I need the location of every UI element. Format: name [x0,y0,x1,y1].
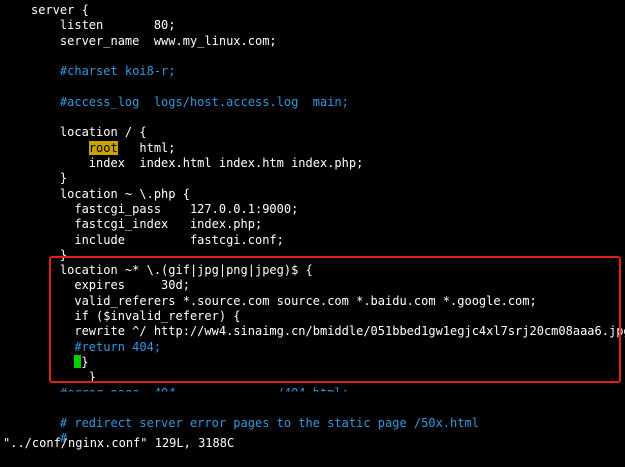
code-text: # redirect server error pages to the sta… [31,416,479,431]
code-line: listen 80; [31,18,176,33]
search-match-highlight: root [88,140,118,155]
red-annotation-box [49,256,621,383]
code-line: fastcgi_pass 127.0.0.1:9000; [31,202,298,217]
code-text-rest: html; [117,140,176,155]
code-line: server_name www.my_linux.com; [31,34,277,49]
code-line: root html; [31,140,176,156]
code-text: index index.html index.htm index.php; [31,156,364,170]
code-line: } [31,171,67,186]
code-text: location ~ \.php { [31,186,190,201]
code-text: server { [31,3,89,17]
code-text: listen 80; [31,18,176,33]
code-text: include fastcgi.conf; [31,232,284,247]
code-text: } [31,171,68,186]
code-text: fastcgi_pass 127.0.0.1:9000; [31,201,299,216]
code-line: include fastcgi.conf; [31,233,284,248]
code-line: location ~ \.php { [31,187,190,202]
code-text: #charset koi8-r; [31,64,176,79]
code-text: #access_log logs/host.access.log main; [31,94,349,109]
code-line: location / { [31,125,147,140]
vim-status-line: "../conf/nginx.conf" 129L, 3188C [3,436,235,450]
code-line: index index.html index.htm index.php; [31,156,364,171]
code-line: fastcgi_index index.php; [31,217,262,232]
comment-line: #error_page 404 /404.html; [31,385,349,400]
code-text: #error_page 404 /404.html; [31,385,349,400]
code-text: fastcgi_index index.php; [31,217,263,232]
code-text: location / { [31,125,147,140]
comment-line: #charset koi8-r; [31,64,176,79]
terminal-screen[interactable]: server { listen 80; server_name www.my_l… [0,0,625,467]
comment-line: #access_log logs/host.access.log main; [31,95,349,110]
comment-line: # redirect server error pages to the sta… [31,416,479,431]
code-line: server { [31,3,89,18]
code-text: server_name www.my_linux.com; [31,33,277,48]
